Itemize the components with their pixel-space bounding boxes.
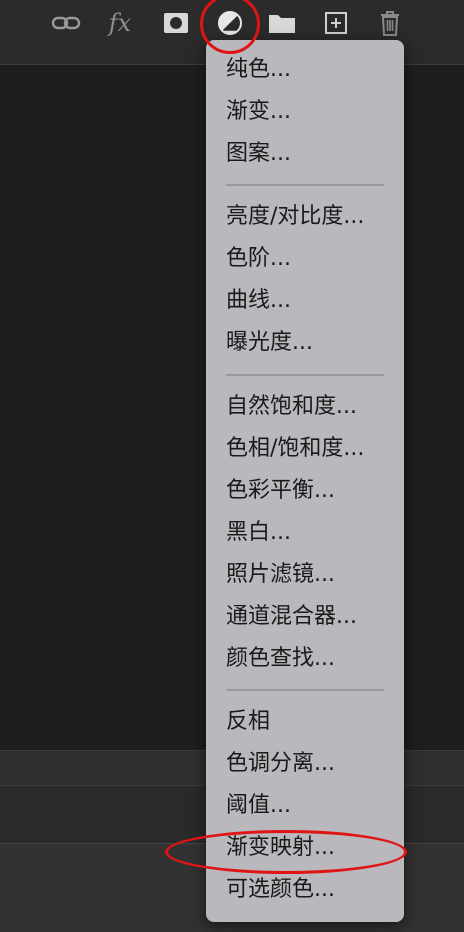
menu-item-levels[interactable]: 色阶... [226,239,291,279]
menu-item-vibrance[interactable]: 自然饱和度... [226,387,357,427]
adjustment-layer-icon[interactable] [214,8,246,38]
menu-item-posterize[interactable]: 色调分离... [226,744,335,784]
menu-item-invert[interactable]: 反相 [226,702,270,742]
menu-item-color-lookup[interactable]: 颜色查找... [226,639,335,679]
menu-item-channel-mixer[interactable]: 通道混合器... [226,597,357,637]
menu-separator [226,374,384,376]
menu-item-pattern[interactable]: 图案... [226,134,291,174]
menu-item-hue-saturation[interactable]: 色相/饱和度... [226,429,364,469]
menu-item-curves[interactable]: 曲线... [226,281,291,321]
menu-item-photo-filter[interactable]: 照片滤镜... [226,555,335,595]
menu-item-solid-color[interactable]: 纯色... [226,50,291,90]
trash-icon[interactable] [374,8,406,38]
new-layer-icon[interactable] [320,8,352,38]
menu-item-threshold[interactable]: 阈值... [226,786,291,826]
link-icon[interactable] [50,8,82,38]
menu-separator [226,689,384,691]
photoshop-layers-panel: fx 纯色... 渐变... 图案... 亮度/对比度... 色阶... 曲线.… [0,0,464,932]
fx-label: fx [108,9,132,37]
menu-item-selective-color[interactable]: 可选颜色... [226,870,335,910]
menu-item-gradient[interactable]: 渐变... [226,92,291,132]
mask-icon[interactable] [160,8,192,38]
fx-icon[interactable]: fx [104,8,136,38]
menu-item-color-balance[interactable]: 色彩平衡... [226,471,335,511]
menu-separator [226,184,384,186]
menu-item-gradient-map[interactable]: 渐变映射... [226,828,335,868]
menu-item-brightness-contrast[interactable]: 亮度/对比度... [226,197,364,237]
menu-item-exposure[interactable]: 曝光度... [226,323,313,363]
folder-icon[interactable] [266,8,298,38]
adjustment-layer-menu: 纯色... 渐变... 图案... 亮度/对比度... 色阶... 曲线... … [206,40,404,922]
menu-item-black-white[interactable]: 黑白... [226,513,291,553]
